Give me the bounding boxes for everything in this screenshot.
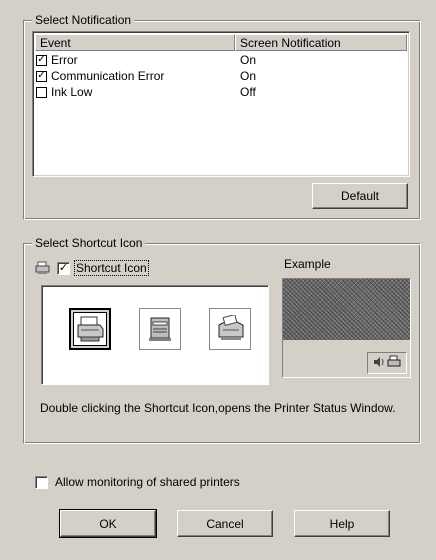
cancel-button[interactable]: Cancel xyxy=(177,510,273,537)
allow-monitoring-checkbox[interactable] xyxy=(35,476,48,489)
event-name: Communication Error xyxy=(51,69,165,83)
select-notification-title: Select Notification xyxy=(32,13,135,27)
printer-tray-icon xyxy=(387,355,401,371)
shortcut-icon-panel xyxy=(41,285,269,385)
column-header-event[interactable]: Event xyxy=(35,34,235,51)
notification-value: On xyxy=(240,69,257,83)
shortcut-icon-label[interactable]: Shortcut Icon xyxy=(74,260,149,276)
list-item[interactable]: Ink Low Off xyxy=(36,84,406,100)
shortcut-icon-checkbox[interactable]: ✓ xyxy=(57,262,70,275)
allow-monitoring-label: Allow monitoring of shared printers xyxy=(55,475,240,489)
printer-icon[interactable] xyxy=(209,308,251,350)
notification-list[interactable]: Event Screen Notification ✓ Error On ✓ C… xyxy=(32,31,410,177)
printer-small-icon xyxy=(35,261,51,275)
taskbar-tray xyxy=(367,352,407,374)
list-header: Event Screen Notification xyxy=(35,34,407,51)
ok-button[interactable]: OK xyxy=(59,509,157,538)
select-shortcut-icon-title: Select Shortcut Icon xyxy=(32,236,146,250)
select-notification-group: Select Notification Event Screen Notific… xyxy=(23,13,421,220)
printer-icon[interactable] xyxy=(69,308,111,350)
column-header-screen-notification[interactable]: Screen Notification xyxy=(235,34,407,51)
shortcut-description: Double clicking the Shortcut Icon,opens … xyxy=(40,401,396,415)
notification-value: Off xyxy=(240,85,256,99)
list-item[interactable]: ✓ Communication Error On xyxy=(36,68,406,84)
notification-value: On xyxy=(240,53,257,67)
event-name: Error xyxy=(51,53,78,67)
speaker-icon xyxy=(373,356,385,370)
event-name: Ink Low xyxy=(51,85,93,99)
printer-icon[interactable] xyxy=(139,308,181,350)
help-button[interactable]: Help xyxy=(294,510,390,537)
desktop-pattern xyxy=(283,279,410,340)
example-preview xyxy=(282,278,411,378)
checkbox-error[interactable]: ✓ xyxy=(36,54,47,66)
checkbox-ink-low[interactable] xyxy=(36,86,47,98)
example-label: Example xyxy=(284,257,331,271)
select-shortcut-icon-group: Select Shortcut Icon ✓ Shortcut Icon Exa… xyxy=(23,236,421,444)
checkbox-communication-error[interactable]: ✓ xyxy=(36,70,47,82)
default-button[interactable]: Default xyxy=(312,183,408,209)
list-item[interactable]: ✓ Error On xyxy=(36,52,406,68)
